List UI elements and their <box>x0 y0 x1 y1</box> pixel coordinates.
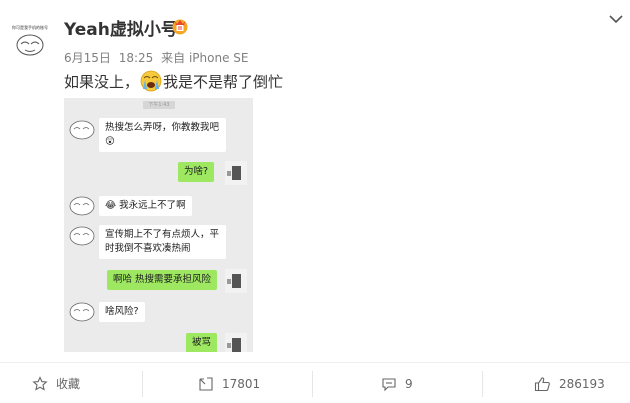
repost-icon <box>199 376 213 391</box>
divider <box>482 371 483 397</box>
chevron-down-icon[interactable] <box>609 14 623 24</box>
avatar[interactable]: 你可是我手机的账号 <box>5 14 55 64</box>
chat-avatar-left-icon <box>69 226 95 246</box>
chat-message-right: 啊哈 热搜需要承担风险 <box>107 270 218 290</box>
chat-message-left: 宣传期上不了有点烦人，平 时我倒不喜欢凑热闹 <box>99 225 226 259</box>
chat-avatar-left-icon <box>69 196 95 216</box>
crying-emoji-icon <box>140 70 162 92</box>
post-date[interactable]: 6月15日 <box>64 51 111 65</box>
like-button[interactable]: 286193 <box>534 363 605 403</box>
like-count: 286193 <box>559 376 605 391</box>
chat-avatar-right-icon <box>225 333 247 352</box>
avatar-caption: 你可是我手机的账号 <box>12 25 48 30</box>
action-bar: 收藏 17801 9 286193 <box>0 362 630 403</box>
star-icon <box>32 375 48 391</box>
post-text-after: 我是不是帮了倒忙 <box>163 72 284 91</box>
repost-count: 17801 <box>222 376 261 391</box>
chat-message-left: 😂 我永远上不了啊 <box>99 196 192 216</box>
post-meta: 6月15日 18:25 来自 iPhone SE <box>64 49 253 66</box>
chat-message-right: 为啥? <box>178 162 215 182</box>
chat-avatar-left-icon <box>69 120 95 140</box>
post-text: 如果没上， 我是不是帮了倒忙 <box>64 69 283 93</box>
chat-message-left: 啥风险? <box>99 302 145 322</box>
post-source: 来自 iPhone SE <box>161 51 249 65</box>
comment-count: 9 <box>405 376 413 391</box>
image-timestamp: 下午1:43 <box>143 101 175 109</box>
username[interactable]: Yeah虚拟小号 <box>64 15 178 40</box>
post-image[interactable]: 下午1:43 热搜怎么弄呀，你教教我吧 😲 为啥? 😂 我永远上不了啊 宣传期上… <box>64 98 253 352</box>
favorite-label: 收藏 <box>56 377 81 391</box>
repost-button[interactable]: 17801 <box>198 363 260 403</box>
divider <box>142 371 143 397</box>
chat-avatar-right-icon <box>225 269 247 293</box>
favorite-button[interactable]: 收藏 <box>32 363 80 403</box>
chat-avatar-right-icon <box>225 161 247 185</box>
comment-icon <box>382 377 396 391</box>
chat-message-right: 被骂 <box>186 333 218 352</box>
post-time[interactable]: 18:25 <box>119 51 154 65</box>
vip-badge-icon <box>172 19 188 35</box>
chat-message-left: 热搜怎么弄呀，你教教我吧 😲 <box>99 118 226 152</box>
thumbs-up-icon <box>534 376 550 391</box>
post-text-before: 如果没上， <box>64 72 140 91</box>
comment-button[interactable]: 9 <box>381 363 413 403</box>
chat-avatar-left-icon <box>69 302 95 322</box>
divider <box>312 371 313 397</box>
avatar-doodle-icon <box>16 34 44 56</box>
